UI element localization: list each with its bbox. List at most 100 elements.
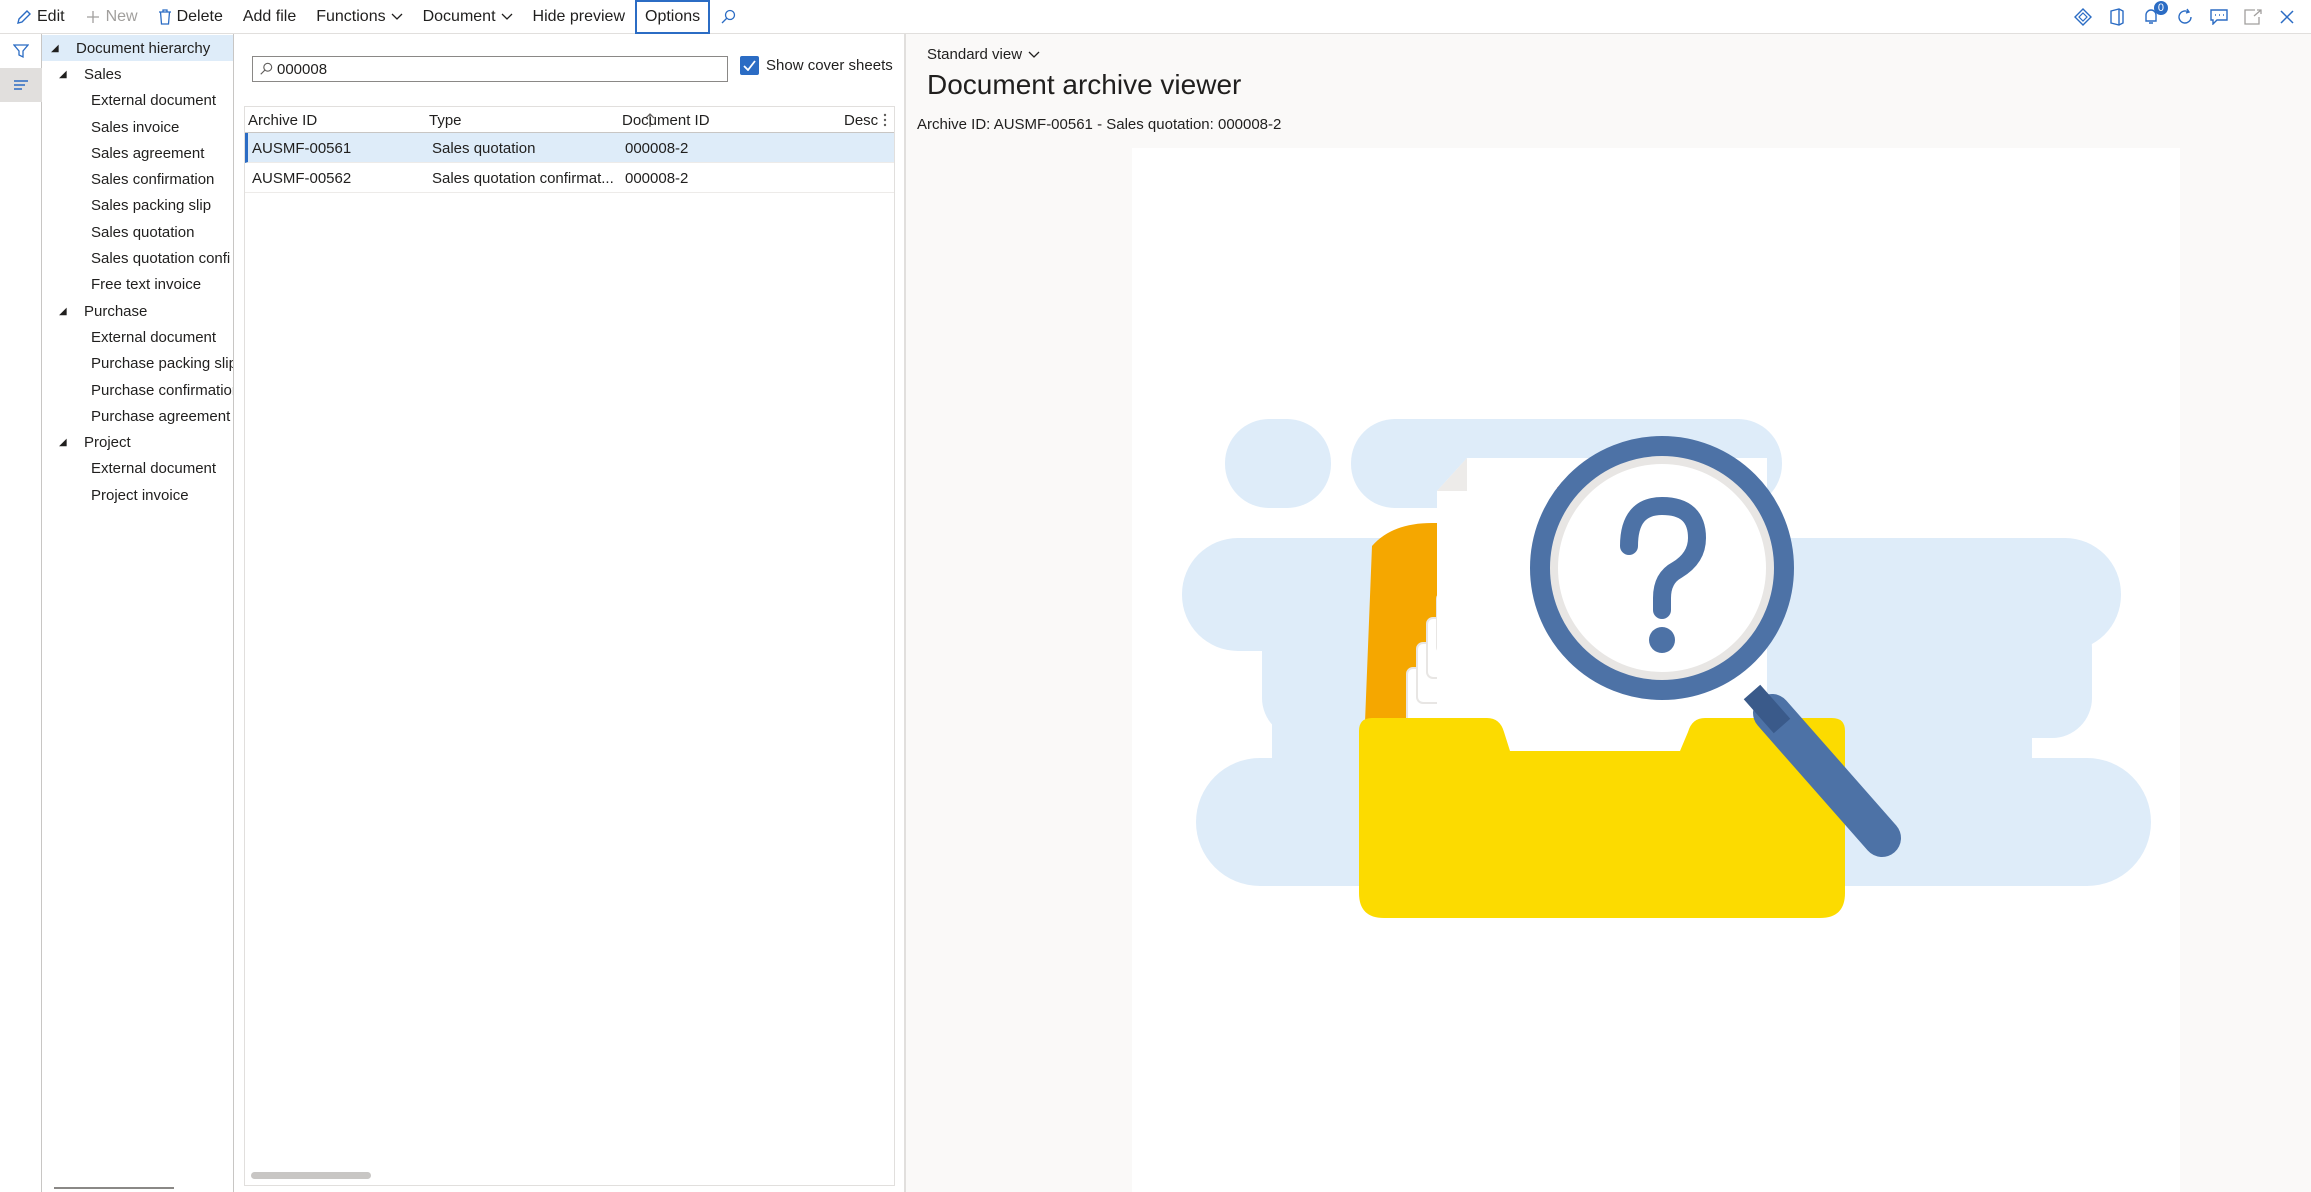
cell-type: Sales quotation confirmat... (432, 170, 614, 187)
tree-item-label: Sales invoice (91, 118, 180, 136)
checkbox-checked-icon[interactable] (740, 56, 759, 75)
new-label: New (105, 7, 138, 25)
tree-item[interactable]: External document (42, 456, 233, 482)
tree-item[interactable]: Sales agreement (42, 140, 233, 166)
view-selector-label: Standard view (927, 46, 1023, 63)
tree-item-label: Project invoice (91, 486, 189, 504)
tree-item-label: External document (91, 460, 217, 478)
document-menu[interactable]: Document (413, 1, 523, 33)
tree-group-label: Project (84, 434, 131, 452)
tree-item[interactable]: Sales invoice (42, 114, 233, 140)
cell-archive-id: AUSMF-00562 (252, 170, 352, 187)
tree-group-purchase[interactable]: ◢ Purchase (42, 298, 233, 324)
view-selector[interactable]: Standard view (927, 46, 1040, 63)
tree-item[interactable]: Sales quotation confi (42, 245, 233, 271)
tree-root[interactable]: ◢ Document hierarchy (42, 35, 233, 62)
list-view-icon[interactable] (0, 68, 42, 102)
edit-button[interactable]: Edit (6, 1, 75, 33)
tree-group-label: Sales (84, 65, 122, 83)
tree-item[interactable]: External document (42, 88, 233, 114)
tree-root-label: Document hierarchy (76, 39, 211, 57)
grid-horizontal-scrollbar[interactable] (251, 1172, 371, 1179)
document-label: Document (422, 7, 496, 25)
show-cover-sheets-toggle[interactable]: Show cover sheets (740, 56, 893, 75)
table-row[interactable]: AUSMF-00562 Sales quotation confirmat... 0… (245, 163, 894, 193)
tree-item[interactable]: Purchase agreement (42, 403, 233, 429)
grid-header: Archive ID Type Document ID Desc (245, 107, 894, 133)
preview-pane: Standard view Document archive viewer Ar… (906, 34, 2311, 1192)
search-icon (260, 62, 273, 75)
plus-icon (86, 10, 99, 23)
collapse-triangle-icon[interactable]: ◢ (59, 69, 69, 80)
functions-label: Functions (316, 7, 386, 25)
chevron-down-icon (391, 13, 403, 20)
archive-id-label: Archive ID: AUSMF-00561 - Sales quotatio… (917, 116, 1282, 133)
open-new-window-icon[interactable] (2243, 7, 2263, 27)
left-rail (0, 34, 42, 1192)
options-label: Options (645, 7, 701, 25)
options-tab[interactable]: Options (635, 0, 711, 34)
tree-item[interactable]: Free text invoice (42, 272, 233, 298)
new-button[interactable]: New (75, 1, 148, 33)
office-icon[interactable] (2107, 7, 2127, 27)
tree-item-label: External document (91, 328, 217, 346)
search-input[interactable]: 000008 (252, 56, 728, 82)
table-row[interactable]: AUSMF-00561 Sales quotation 000008-2 (245, 133, 894, 163)
document-not-found-illustration (1182, 419, 2151, 918)
archive-list-panel: 000008 Show cover sheets Archive ID Type… (234, 34, 904, 1192)
tree-item[interactable]: Project invoice (42, 482, 233, 508)
tree-item[interactable]: Sales packing slip (42, 193, 233, 219)
collapse-triangle-icon[interactable]: ◢ (51, 43, 61, 54)
search-icon (721, 9, 736, 23)
refresh-icon[interactable] (2175, 7, 2195, 27)
document-preview-page (1132, 148, 2180, 1192)
notifications-icon[interactable]: 0 (2141, 1, 2168, 27)
tree-item[interactable]: External document (42, 324, 233, 350)
cover-sheets-label: Show cover sheets (766, 57, 893, 74)
close-icon[interactable] (2277, 7, 2297, 27)
tree-item-label: Free text invoice (91, 276, 202, 294)
tree-scrollbar[interactable] (54, 1187, 174, 1189)
tree-item[interactable]: Sales confirmation (42, 166, 233, 192)
column-document-id[interactable]: Document ID (622, 112, 710, 129)
archive-grid: Archive ID Type Document ID Desc AUSMF-0… (244, 106, 895, 1186)
delete-label: Delete (176, 7, 223, 25)
document-hierarchy-tree: ◢ Document hierarchy ◢ Sales External docu… (42, 34, 234, 1192)
feedback-icon[interactable] (2209, 7, 2229, 27)
add-file-label: Add file (242, 7, 297, 25)
column-archive-id[interactable]: Archive ID (248, 112, 317, 129)
cell-document-id: 000008-2 (625, 140, 689, 157)
collapse-triangle-icon[interactable]: ◢ (59, 437, 69, 448)
tree-item-label: External document (91, 92, 217, 110)
action-search-button[interactable] (710, 1, 746, 33)
diamond-icon[interactable] (2073, 7, 2093, 27)
cell-archive-id: AUSMF-00561 (252, 140, 352, 157)
trash-icon (158, 8, 171, 25)
functions-menu[interactable]: Functions (306, 1, 412, 33)
tree-item[interactable]: Sales quotation (42, 219, 233, 245)
tree-item[interactable]: Purchase confirmation (42, 377, 233, 403)
action-bar: Edit New Delete Add file Functions Docum… (0, 0, 2311, 34)
search-value: 000008 (277, 60, 328, 78)
collapse-triangle-icon[interactable]: ◢ (59, 306, 69, 317)
tree-item-label: Sales quotation confi (91, 250, 231, 268)
cell-document-id: 000008-2 (625, 170, 689, 187)
tree-item[interactable]: Purchase packing slip (42, 351, 233, 377)
cell-type: Sales quotation (432, 140, 536, 157)
pencil-icon (17, 9, 31, 24)
tree-group-project[interactable]: ◢ Project (42, 429, 233, 455)
tree-group-sales[interactable]: ◢ Sales (42, 61, 233, 87)
tree-item-label: Purchase agreement (91, 407, 231, 425)
delete-button[interactable]: Delete (148, 1, 233, 33)
column-desc[interactable]: Desc (844, 112, 878, 129)
edit-label: Edit (37, 7, 65, 25)
chevron-down-icon (1028, 51, 1040, 58)
filter-icon[interactable] (0, 34, 42, 68)
hide-preview-label: Hide preview (532, 7, 625, 25)
add-file-button[interactable]: Add file (233, 1, 306, 33)
chevron-down-icon (501, 13, 512, 20)
more-options-icon[interactable] (883, 113, 887, 127)
hide-preview-button[interactable]: Hide preview (523, 1, 635, 33)
tree-item-label: Purchase packing slip (91, 355, 234, 373)
column-type[interactable]: Type (429, 112, 462, 129)
